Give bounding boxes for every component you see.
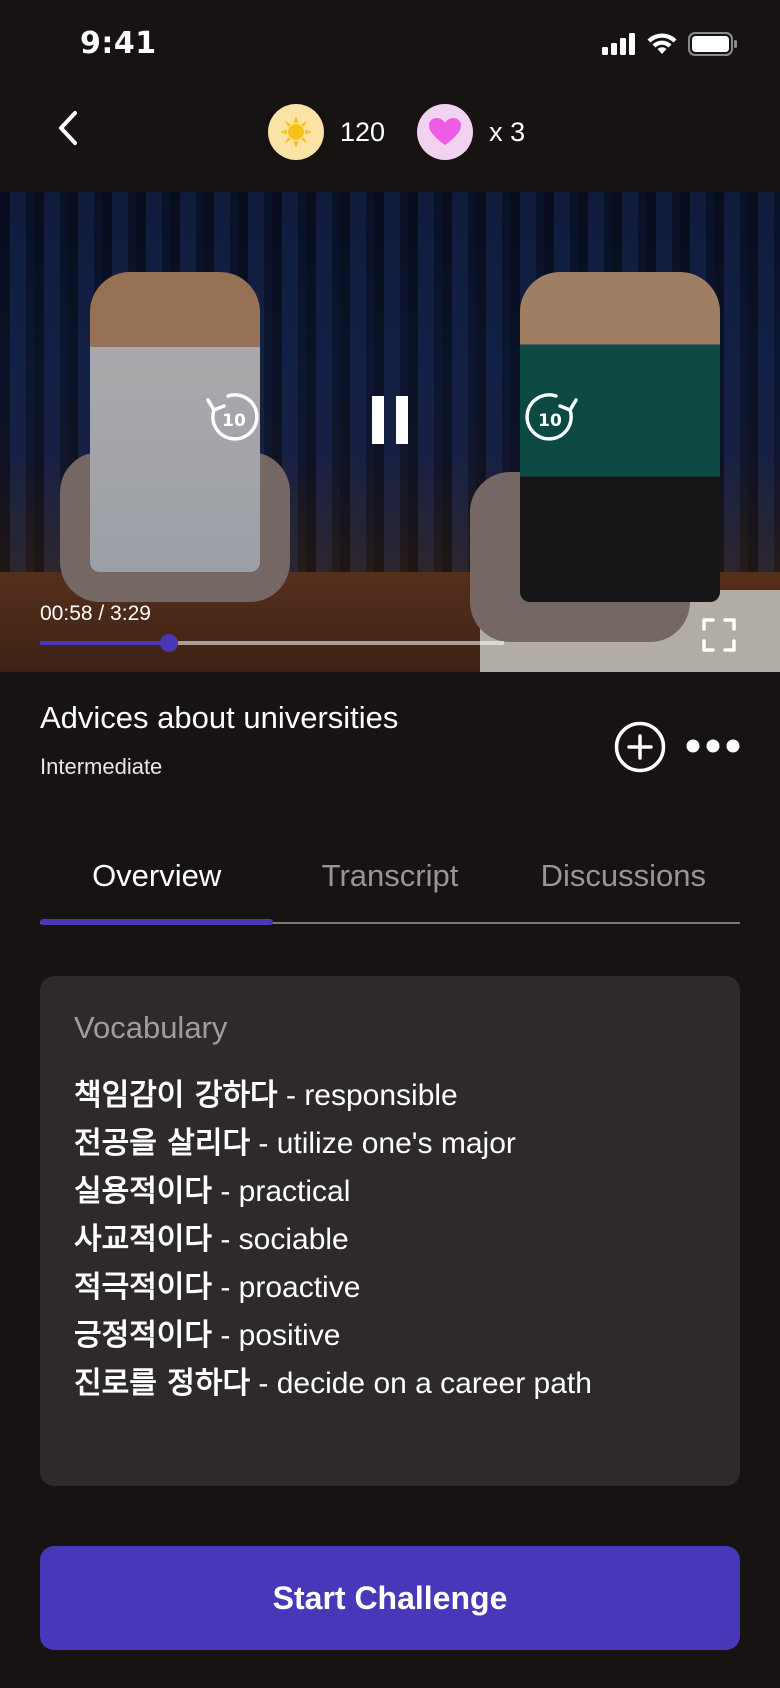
vocabulary-heading: Vocabulary <box>74 1010 228 1045</box>
progress-bar[interactable] <box>40 634 504 652</box>
vocab-term: 적극적이다 <box>74 1270 212 1305</box>
fullscreen-icon <box>702 618 736 652</box>
vocab-item: 전공을 살리다 - utilize one's major <box>74 1120 706 1168</box>
rewind-10-icon: 10 <box>206 393 259 441</box>
vocab-item: 긍정적이다 - positive <box>74 1312 706 1360</box>
signal-icon <box>602 33 635 55</box>
vocab-term: 실용적이다 <box>74 1174 212 1209</box>
chevron-left-icon <box>59 111 77 145</box>
status-icons <box>602 32 738 56</box>
back-button[interactable] <box>48 108 88 148</box>
forward-button[interactable]: 10 <box>520 388 584 444</box>
sun-icon <box>280 116 312 148</box>
rewind-button[interactable]: 10 <box>200 388 264 444</box>
lives-badge <box>417 104 474 160</box>
add-button[interactable] <box>614 721 666 773</box>
vocab-term: 긍정적이다 <box>74 1318 212 1353</box>
vocab-item: 적극적이다 - proactive <box>74 1264 706 1312</box>
vocab-meaning: - positive <box>212 1319 341 1352</box>
tab-discussions[interactable]: Discussions <box>507 850 740 922</box>
playback-time: 00:58 / 3:29 <box>40 602 151 625</box>
video-player[interactable]: 10 10 00:58 / 3:29 <box>0 192 780 672</box>
points-badge <box>268 104 324 160</box>
screen: 9:41 120 x 3 10 10 00:58 / 3:29 Advices … <box>0 0 780 1688</box>
vocab-meaning: - sociable <box>212 1223 349 1256</box>
start-challenge-button[interactable]: Start Challenge <box>40 1546 740 1650</box>
progress-knob[interactable] <box>159 634 178 652</box>
heart-icon <box>429 118 462 145</box>
vocab-meaning: - practical <box>212 1175 351 1208</box>
vocab-item: 진로를 정하다 - decide on a career path <box>74 1360 706 1408</box>
top-nav: 120 x 3 <box>0 96 780 190</box>
points-count: 120 <box>340 116 386 147</box>
pause-button[interactable] <box>370 396 410 444</box>
forward-seconds: 10 <box>538 411 562 431</box>
tab-transcript[interactable]: Transcript <box>273 850 506 922</box>
vocab-meaning: - utilize one's major <box>250 1127 516 1160</box>
tab-bar: Overview Transcript Discussions <box>40 850 740 925</box>
vocab-item: 사교적이다 - sociable <box>74 1216 706 1264</box>
vocab-meaning: - proactive <box>212 1271 361 1304</box>
tab-overview[interactable]: Overview <box>40 850 274 925</box>
status-bar: 9:41 <box>0 0 780 96</box>
stats-bar: 120 x 3 <box>268 104 557 160</box>
pause-icon <box>372 396 408 444</box>
more-dots-icon <box>686 739 740 753</box>
vocab-term: 책임감이 강하다 <box>74 1078 278 1113</box>
vocab-term: 진로를 정하다 <box>74 1366 251 1401</box>
vocab-term: 전공을 살리다 <box>74 1126 251 1161</box>
more-button[interactable] <box>686 734 740 758</box>
fullscreen-button[interactable] <box>702 618 736 652</box>
progress-fill <box>40 641 169 645</box>
plus-circle-icon <box>614 721 666 773</box>
rewind-seconds: 10 <box>222 411 246 431</box>
lives-count: x 3 <box>489 116 526 147</box>
battery-icon <box>688 32 737 56</box>
status-time: 9:41 <box>80 26 157 61</box>
vocabulary-card: Vocabulary 책임감이 강하다 - responsible 전공을 살리… <box>40 976 740 1486</box>
vocab-term: 사교적이다 <box>74 1222 212 1257</box>
wifi-icon <box>647 33 677 54</box>
vocab-meaning: - responsible <box>277 1079 458 1112</box>
vocab-meaning: - decide on a career path <box>250 1367 592 1400</box>
vocab-item: 실용적이다 - practical <box>74 1168 706 1216</box>
vocab-item: 책임감이 강하다 - responsible <box>74 1072 706 1120</box>
forward-10-icon: 10 <box>525 393 578 441</box>
